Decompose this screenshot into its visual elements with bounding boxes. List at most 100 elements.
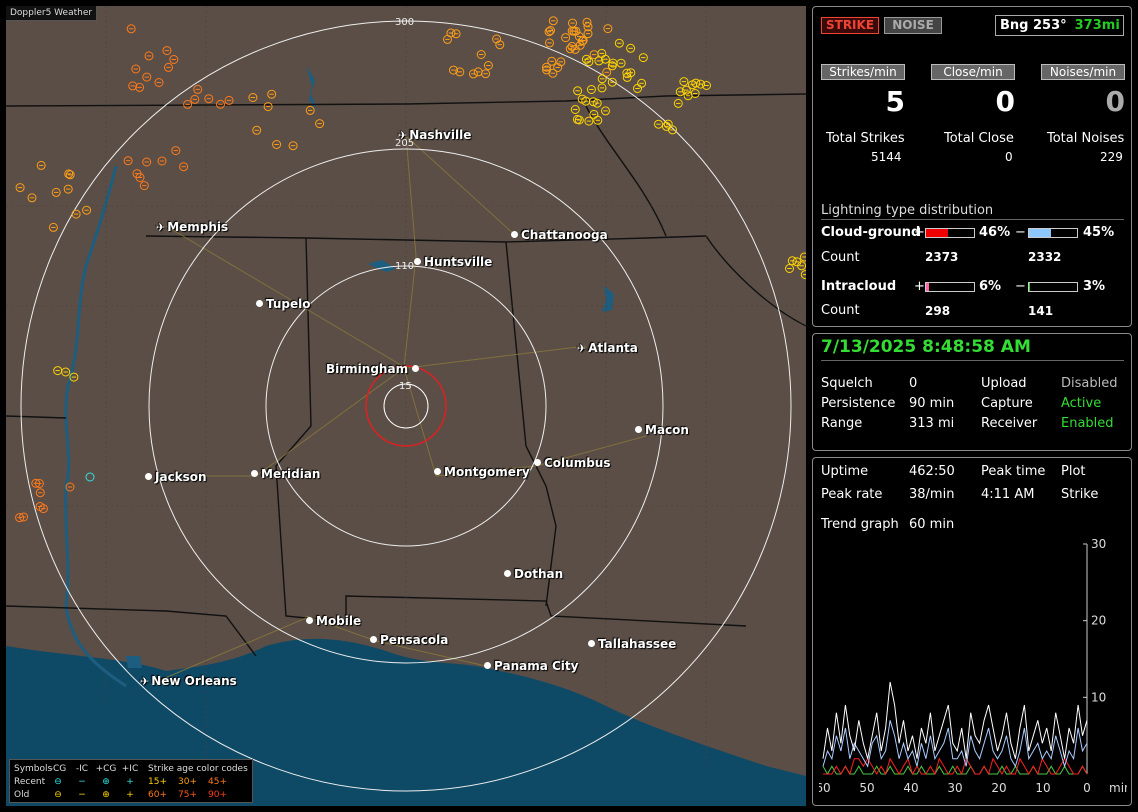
symbol-legend: Symbols -CG -IC +CG +IC Strike age color… — [9, 759, 253, 803]
city-chattanooga: Chattanooga — [511, 228, 608, 242]
cg-negative-bar — [1028, 228, 1078, 238]
x-tick-label: 50 — [859, 781, 874, 795]
trend-graph: 30 20 10 60 50 40 30 20 10 0 min — [819, 538, 1127, 795]
trend-series-line — [823, 757, 1088, 776]
age-45-label: 45+ — [208, 776, 227, 787]
pos-cg-old-icon: ⊕ — [102, 789, 110, 800]
age-60-label: 60+ — [148, 789, 167, 800]
cg-count-label: Count — [821, 250, 860, 265]
upload-value: Disabled — [1061, 376, 1118, 391]
strikes-per-min-button[interactable]: Strikes/min — [821, 64, 905, 80]
ring-label-15: 15 — [399, 381, 412, 392]
ic-positive-pct: 6% — [979, 279, 1002, 294]
close-per-min-value: 0 — [995, 85, 1015, 118]
legend-pos-ic-header: +IC — [121, 763, 139, 774]
city-panama-city: Panama City — [484, 659, 578, 673]
legend-old-label: Old — [14, 789, 30, 800]
pos-ic-old-icon: + — [126, 789, 134, 800]
cg-negative-pct: 45% — [1083, 225, 1115, 240]
age-15-label: 15+ — [148, 776, 167, 787]
trend-panel: Uptime 462:50 Peak time Plot Peak rate 3… — [812, 457, 1132, 806]
receiver-value: Enabled — [1061, 416, 1114, 431]
total-strikes-value: 5144 — [871, 150, 902, 164]
airport-icon: ✈ — [156, 221, 166, 234]
peak-time-value: 4:11 AM — [981, 487, 1035, 502]
city-pensacola: Pensacola — [370, 633, 448, 647]
noise-button[interactable]: NOISE — [884, 17, 942, 34]
legend-neg-cg-header: -CG — [49, 763, 67, 774]
current-datetime: 7/13/2025 8:48:58 AM — [821, 337, 1031, 357]
x-tick-label: 0 — [1083, 781, 1091, 795]
cg-positive-count: 2373 — [925, 250, 959, 264]
uptime-value: 462:50 — [909, 464, 955, 479]
x-tick-label: 30 — [947, 781, 962, 795]
uptime-label: Uptime — [821, 464, 869, 479]
legend-neg-ic-header: -IC — [75, 763, 89, 774]
persistence-value: 90 min — [909, 396, 955, 411]
ring-label-110: 110 — [395, 261, 415, 272]
settings-panel: 7/13/2025 8:48:58 AM Squelch 0 Upload Di… — [812, 333, 1132, 451]
plot-value[interactable]: Strike — [1061, 487, 1098, 502]
city-mobile: Mobile — [306, 614, 361, 628]
trend-graph-label: Trend graph — [821, 517, 899, 532]
city-macon: Macon — [635, 423, 689, 437]
strikes-per-min-value: 5 — [885, 85, 905, 118]
noises-per-min-button[interactable]: Noises/min — [1041, 64, 1125, 80]
x-tick-label: 40 — [903, 781, 918, 795]
city-dothan: Dothan — [504, 567, 563, 581]
city-dot-icon — [251, 470, 258, 477]
city-montgomery: Montgomery — [434, 465, 530, 479]
city-dot-icon — [504, 570, 511, 577]
upload-label: Upload — [981, 376, 1027, 391]
lightning-map[interactable]: Doppler5 Weather 300 205 110 15 ✈ Nashvil… — [6, 6, 806, 806]
airport-icon: ✈ — [140, 675, 150, 688]
y-tick-label: 20 — [1091, 614, 1106, 628]
strike-button[interactable]: STRIKE — [821, 17, 879, 34]
x-tick-label: 60 — [819, 781, 831, 795]
total-strikes-label: Total Strikes — [826, 131, 905, 146]
city-atlanta: ✈ Atlanta — [577, 341, 638, 355]
city-dot-icon — [412, 365, 420, 372]
airport-icon: ✈ — [577, 342, 587, 355]
squelch-label: Squelch — [821, 376, 873, 391]
capture-label: Capture — [981, 396, 1033, 411]
x-tick-label: 20 — [991, 781, 1006, 795]
airport-icon: ✈ — [398, 129, 408, 142]
y-tick-label: 10 — [1091, 690, 1106, 704]
city-tallahassee: Tallahassee — [588, 637, 676, 651]
city-birmingham: Birmingham — [326, 362, 422, 376]
city-dot-icon — [588, 640, 595, 647]
legend-age-header: Strike age color codes — [148, 763, 248, 774]
peak-time-label: Peak time — [981, 464, 1046, 479]
capture-value: Active — [1061, 396, 1102, 411]
bearing-label: Bng 253° — [1000, 18, 1067, 33]
app-title: Doppler5 Weather — [6, 6, 98, 21]
city-dot-icon — [511, 231, 518, 238]
legend-symbols-header: Symbols — [14, 763, 53, 774]
age-90-label: 90+ — [208, 789, 227, 800]
recent-strike-symbol — [85, 472, 95, 482]
bearing-distance: 373mi — [1074, 18, 1120, 33]
close-per-min-button[interactable]: Close/min — [931, 64, 1015, 80]
age-75-label: 75+ — [178, 789, 197, 800]
city-meridian: Meridian — [251, 467, 320, 481]
city-huntsville: Huntsville — [414, 255, 492, 269]
peak-rate-value: 38/min — [909, 487, 955, 502]
total-noises-label: Total Noises — [1047, 131, 1125, 146]
strike-rate-panel: STRIKE NOISE Bng 253° 373mi Strikes/min C… — [812, 6, 1132, 327]
persistence-label: Persistence — [821, 396, 896, 411]
city-new-orleans: ✈ New Orleans — [140, 674, 237, 688]
pos-cg-recent-icon: ⊕ — [102, 776, 110, 787]
cg-positive-pct: 46% — [979, 225, 1011, 240]
city-dot-icon — [306, 617, 313, 624]
city-columbus: Columbus — [534, 456, 611, 470]
legend-recent-label: Recent — [14, 776, 46, 787]
city-dot-icon — [635, 426, 642, 433]
cloud-ground-label: Cloud-ground — [821, 225, 921, 240]
total-close-label: Total Close — [944, 131, 1014, 146]
cg-negative-count: 2332 — [1028, 250, 1062, 264]
city-dot-icon — [145, 473, 152, 480]
city-dot-icon — [434, 468, 441, 475]
trend-series-line — [822, 720, 1088, 769]
peak-rate-label: Peak rate — [821, 487, 883, 502]
